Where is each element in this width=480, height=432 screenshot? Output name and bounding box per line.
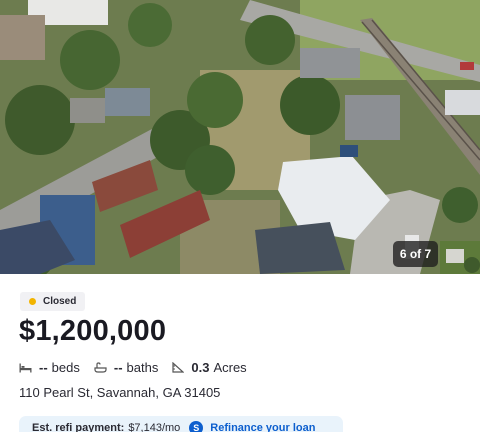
bed-icon: [19, 363, 32, 372]
refi-payment-value: $7,143/mo: [128, 422, 181, 432]
status-badge: Closed: [20, 292, 86, 311]
listing-price: $1,200,000: [19, 315, 167, 347]
beds-value: --: [39, 360, 48, 375]
bath-icon: [94, 362, 107, 373]
baths-label: baths: [126, 360, 159, 375]
next-photo-thumbnail[interactable]: [440, 241, 480, 274]
refi-payment-label: Est. refi payment:: [32, 422, 125, 432]
listing-photo[interactable]: 6 of 7: [0, 0, 480, 274]
lot-size-fact: 0.3 Acres: [172, 360, 247, 375]
beds-fact: -- beds: [19, 360, 80, 375]
status-text: Closed: [43, 296, 77, 307]
home-facts: -- beds -- baths 0.3 Acres: [19, 360, 261, 375]
aerial-photo-image: [0, 0, 480, 274]
lot-size-value: 0.3: [191, 360, 210, 375]
property-address: 110 Pearl St, Savannah, GA 31405: [19, 385, 221, 400]
lot-size-unit: Acres: [213, 360, 247, 375]
thumbnail-image: [440, 241, 480, 274]
baths-fact: -- baths: [94, 360, 158, 375]
photo-counter: 6 of 7: [393, 241, 438, 267]
status-dot-icon: [29, 298, 36, 305]
refi-payment-banner: Est. refi payment: $7,143/mo S Refinance…: [19, 416, 343, 432]
lender-logo-icon: S: [189, 421, 204, 432]
beds-label: beds: [51, 360, 80, 375]
baths-value: --: [113, 360, 123, 375]
photo-counter-text: 6 of 7: [399, 247, 432, 261]
refinance-link[interactable]: Refinance your loan: [210, 422, 315, 432]
lot-size-icon: [172, 362, 185, 373]
